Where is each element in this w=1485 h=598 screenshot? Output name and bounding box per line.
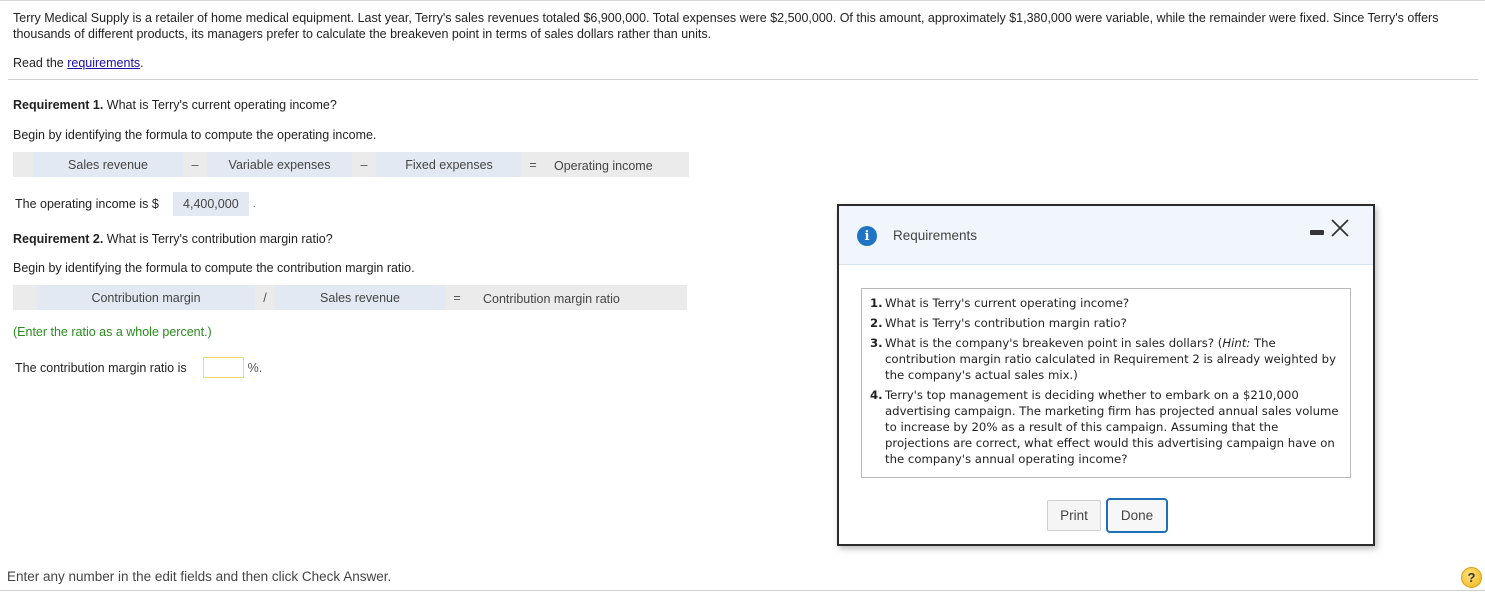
requirements-list-box: 1. What is Terry's current operating inc… (861, 288, 1351, 478)
help-button[interactable]: ? (1461, 567, 1482, 588)
operating-income-field[interactable]: 4,400,000 (172, 192, 249, 216)
close-icon[interactable] (1329, 216, 1351, 240)
question-mark-icon: ? (1467, 570, 1476, 585)
requirement-number: 4. (870, 388, 883, 402)
formula-term-sales-revenue[interactable]: Sales revenue (33, 152, 183, 177)
done-button[interactable]: Done (1106, 498, 1168, 533)
requirement-1-question: What is Terry's current operating income… (103, 98, 337, 112)
read-prefix: Read the (13, 56, 68, 70)
formula-term-contribution-margin[interactable]: Contribution margin (37, 285, 255, 310)
formula-result-operating-income: Operating income (554, 159, 653, 173)
requirement-2-instruction: Begin by identifying the formula to comp… (13, 261, 415, 275)
requirement-number: 3. (870, 336, 883, 350)
requirement-1-label: Requirement 1. (13, 98, 104, 112)
cm-ratio-input[interactable] (202, 357, 244, 378)
percent-suffix: %. (247, 360, 263, 375)
requirements-list: 1. What is Terry's current operating inc… (870, 295, 1342, 467)
cm-ratio-answer-line: The contribution margin ratio is %. (15, 357, 262, 378)
formula-term-variable-expenses[interactable]: Variable expenses (207, 152, 352, 177)
requirement-text: What is Terry's contribution margin rati… (885, 316, 1127, 330)
operating-income-formula: Sales revenue – Variable expenses – Fixe… (13, 152, 689, 177)
requirement-text-before: What is the company's breakeven point in… (885, 336, 1223, 350)
requirement-text: What is Terry's current operating income… (885, 296, 1130, 310)
top-divider (0, 0, 1485, 1)
formula-equals: = (529, 157, 537, 172)
requirement-number: 2. (870, 316, 883, 330)
print-button[interactable]: Print (1047, 500, 1101, 531)
whole-percent-note: (Enter the ratio as a whole percent.) (13, 325, 212, 339)
requirements-dialog: i Requirements 1. What is Terry's curren… (837, 204, 1375, 546)
requirement-2-question: What is Terry's contribution margin rati… (103, 232, 333, 246)
dialog-title: Requirements (893, 228, 978, 243)
footer-instruction: Enter any number in the edit fields and … (7, 569, 392, 584)
formula-term-sales-revenue[interactable]: Sales revenue (275, 285, 445, 310)
bottom-divider (0, 590, 1485, 591)
requirement-number: 1. (870, 296, 883, 310)
minimize-icon[interactable] (1310, 230, 1324, 235)
formula-term-fixed-expenses[interactable]: Fixed expenses (376, 152, 522, 177)
requirement-item: 2. What is Terry's contribution margin r… (870, 315, 1342, 331)
cm-ratio-prefix: The contribution margin ratio is (15, 360, 187, 375)
requirement-1-heading: Requirement 1. What is Terry's current o… (13, 98, 337, 112)
problem-intro: Terry Medical Supply is a retailer of ho… (13, 11, 1439, 41)
operating-income-suffix: . (252, 198, 256, 210)
formula-operator-minus[interactable]: – (352, 152, 376, 177)
formula-result-cm-ratio: Contribution margin ratio (483, 292, 620, 306)
formula-spacer (13, 285, 37, 310)
requirement-text: Terry's top management is deciding wheth… (885, 388, 1339, 466)
dialog-header[interactable]: i Requirements (839, 206, 1373, 265)
requirement-1-instruction: Begin by identifying the formula to comp… (13, 128, 377, 142)
info-icon: i (857, 226, 877, 246)
requirement-item: 1. What is Terry's current operating inc… (870, 295, 1342, 311)
requirement-item: 4. Terry's top management is deciding wh… (870, 387, 1342, 467)
read-requirements-line: Read the requirements. (13, 56, 144, 70)
read-suffix: . (140, 56, 144, 70)
operating-income-answer-line: The operating income is $ 4,400,000 . (15, 192, 256, 216)
formula-operator-divide[interactable]: / (255, 285, 275, 310)
requirement-2-label: Requirement 2. (13, 232, 104, 246)
operating-income-prefix: The operating income is $ (15, 197, 159, 211)
formula-equals: = (453, 290, 461, 305)
contribution-margin-ratio-formula: Contribution margin / Sales revenue = Co… (13, 285, 687, 310)
formula-operator-minus[interactable]: – (183, 152, 207, 177)
requirement-item: 3. What is the company's breakeven point… (870, 335, 1342, 383)
section-divider (8, 79, 1478, 80)
hint-label: Hint: (1222, 336, 1251, 350)
requirement-2-heading: Requirement 2. What is Terry's contribut… (13, 232, 333, 246)
formula-spacer (13, 152, 33, 177)
requirements-link[interactable]: requirements (67, 56, 140, 70)
requirement-text: What is the company's breakeven point in… (885, 335, 1342, 383)
